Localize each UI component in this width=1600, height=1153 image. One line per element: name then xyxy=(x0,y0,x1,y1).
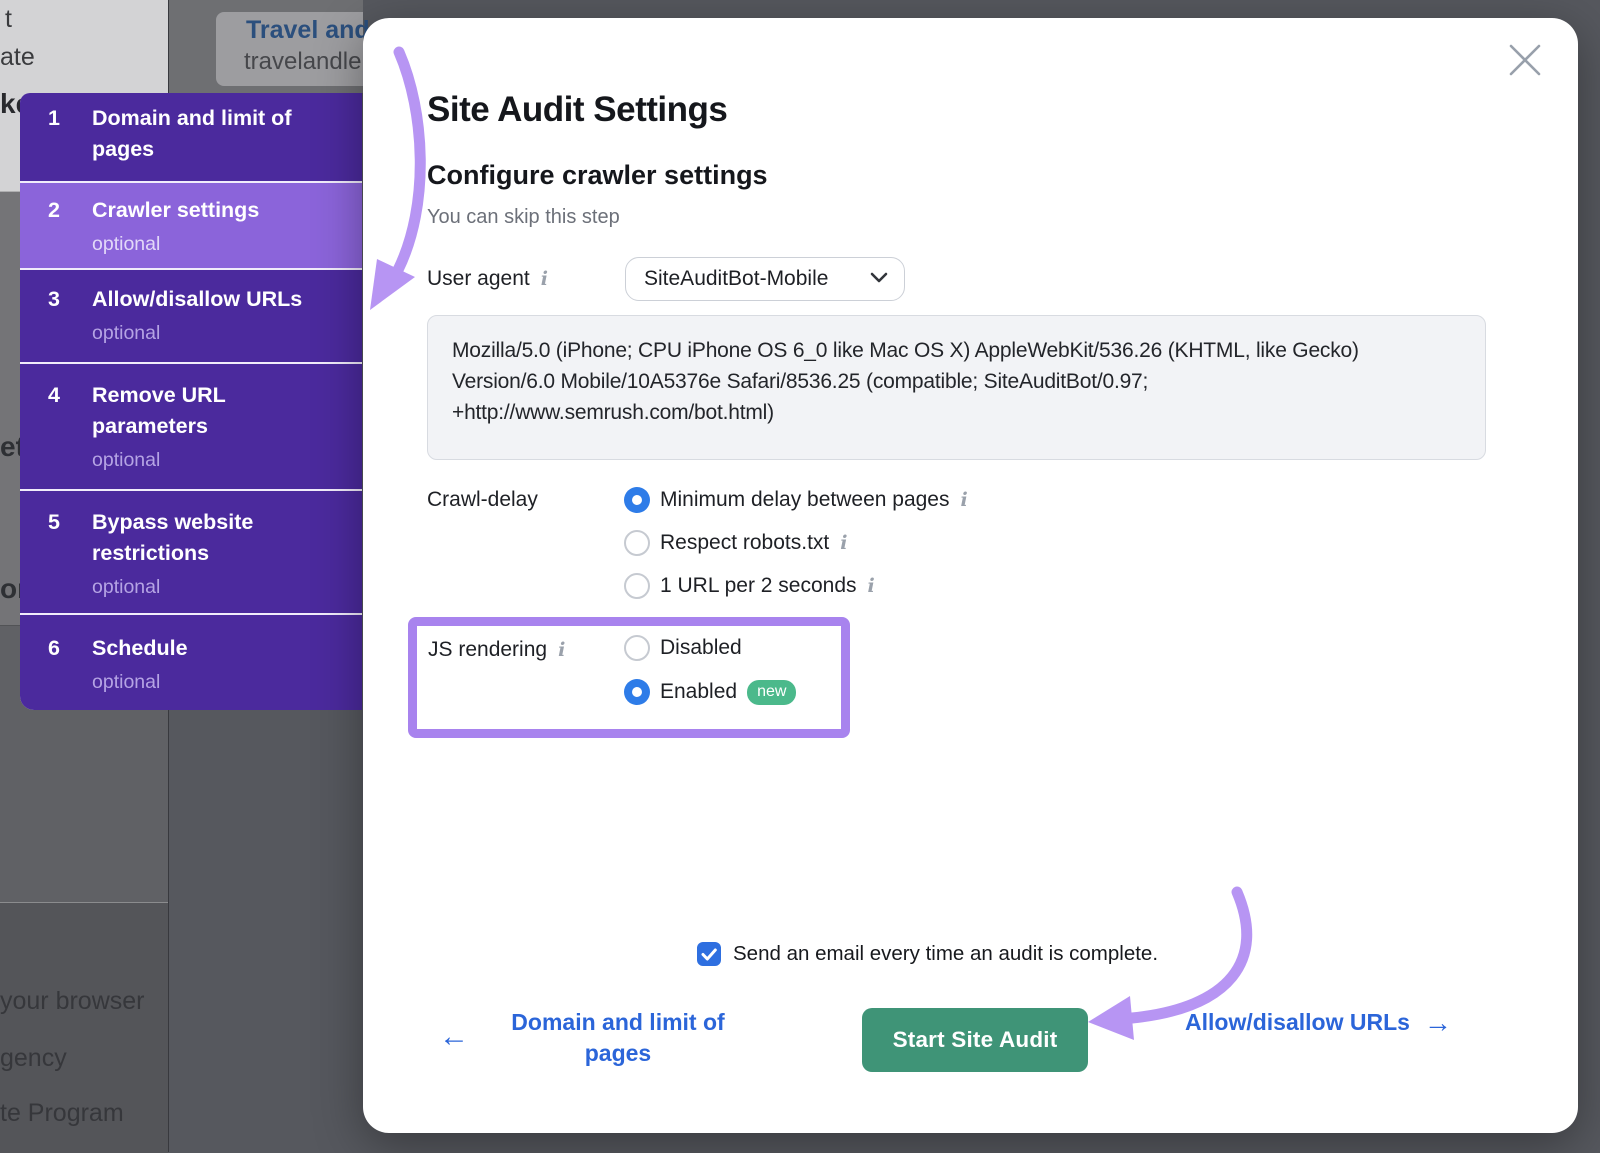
arrow-right-icon: → xyxy=(1424,1008,1452,1038)
step-title: Schedule xyxy=(92,633,348,664)
step-number: 3 xyxy=(48,284,92,362)
background-content-strip: Travel and travelandle xyxy=(169,0,363,93)
wizard-step-allow-disallow-urls[interactable]: 3 Allow/disallow URLs optional xyxy=(20,270,362,362)
chevron-down-icon xyxy=(870,270,888,288)
step-optional-label: optional xyxy=(92,575,348,599)
user-agent-select[interactable]: SiteAuditBot-Mobile xyxy=(625,257,905,301)
radio-js-disabled-label: Disabled xyxy=(660,635,742,661)
wizard-step-crawler-settings[interactable]: 2 Crawler settings optional xyxy=(20,183,362,268)
setup-wizard-steps: 1 Domain and limit of pages 2 Crawler se… xyxy=(20,93,362,710)
arrow-left-icon[interactable]: ← xyxy=(439,1022,469,1052)
step-title: Crawler settings xyxy=(92,195,348,226)
new-badge: new xyxy=(747,680,796,705)
step-optional-label: optional xyxy=(92,448,348,472)
radio-minimum-delay-label: Minimum delay between pagesi xyxy=(660,487,968,513)
step-subheading: You can skip this step xyxy=(427,206,620,229)
radio-respect-robots-label: Respect robots.txti xyxy=(660,530,847,556)
back-link-domain-and-limit[interactable]: Domain and limit of pages xyxy=(493,1007,743,1069)
wizard-step-bypass-website-restrictions[interactable]: 5 Bypass website restrictions optional xyxy=(20,491,362,613)
bg-footer-link: te Program xyxy=(0,1099,124,1128)
wizard-step-schedule[interactable]: 6 Schedule optional xyxy=(20,615,362,710)
wizard-step-domain-and-limit[interactable]: 1 Domain and limit of pages xyxy=(20,93,362,181)
user-agent-string-line: +http://www.semrush.com/bot.html) xyxy=(452,397,1461,428)
background-footer-area: your browser gency te Program xyxy=(0,902,168,1153)
radio-minimum-delay[interactable] xyxy=(624,487,650,513)
close-icon[interactable] xyxy=(1507,42,1543,78)
step-optional-label: optional xyxy=(92,321,348,345)
checkmark-icon xyxy=(697,942,721,966)
step-heading: Configure crawler settings xyxy=(427,160,768,191)
next-link-allow-disallow[interactable]: Allow/disallow URLs → xyxy=(1185,1007,1452,1038)
bg-text-fragment: t xyxy=(5,5,12,34)
step-number: 4 xyxy=(48,380,92,489)
info-icon[interactable]: i xyxy=(961,487,968,513)
background-project-title: Travel and xyxy=(246,16,370,45)
modal-title: Site Audit Settings xyxy=(427,90,727,130)
radio-js-disabled[interactable] xyxy=(624,635,650,661)
radio-respect-robots[interactable] xyxy=(624,530,650,556)
info-icon[interactable]: i xyxy=(541,266,548,292)
crawl-delay-label: Crawl-delay xyxy=(427,487,538,513)
step-optional-label: optional xyxy=(92,670,348,694)
radio-js-enabled-label: Enablednew xyxy=(660,679,796,705)
radio-one-url-per-2s[interactable] xyxy=(624,573,650,599)
user-agent-selected-value: SiteAuditBot-Mobile xyxy=(644,267,828,291)
bg-footer-link: your browser xyxy=(0,987,145,1016)
email-checkbox[interactable] xyxy=(697,942,721,966)
site-audit-settings-modal: Site Audit Settings Configure crawler se… xyxy=(363,18,1578,1133)
start-site-audit-button[interactable]: Start Site Audit xyxy=(862,1008,1088,1072)
user-agent-label: User agenti xyxy=(427,266,548,292)
step-number: 1 xyxy=(48,103,92,181)
radio-js-enabled[interactable] xyxy=(624,679,650,705)
background-project-domain: travelandle xyxy=(244,48,361,76)
bg-footer-link: gency xyxy=(0,1044,67,1073)
step-title: Domain and limit of pages xyxy=(92,103,348,165)
info-icon[interactable]: i xyxy=(558,637,565,663)
js-rendering-highlight-box xyxy=(408,617,850,738)
step-number: 2 xyxy=(48,195,92,268)
email-checkbox-label: Send an email every time an audit is com… xyxy=(733,941,1158,967)
bg-text-fragment: ate xyxy=(0,43,35,72)
wizard-step-remove-url-parameters[interactable]: 4 Remove URL parameters optional xyxy=(20,364,362,489)
step-number: 5 xyxy=(48,507,92,613)
info-icon[interactable]: i xyxy=(868,573,875,599)
step-title: Allow/disallow URLs xyxy=(92,284,348,315)
user-agent-string: Mozilla/5.0 (iPhone; CPU iPhone OS 6_0 l… xyxy=(427,315,1486,460)
js-rendering-label: JS renderingi xyxy=(428,637,565,663)
step-number: 6 xyxy=(48,633,92,710)
step-optional-label: optional xyxy=(92,232,348,256)
user-agent-string-line: Version/6.0 Mobile/10A5376e Safari/8536.… xyxy=(452,366,1461,397)
step-title: Remove URL parameters xyxy=(92,380,332,442)
user-agent-string-line: Mozilla/5.0 (iPhone; CPU iPhone OS 6_0 l… xyxy=(452,335,1461,366)
info-icon[interactable]: i xyxy=(840,530,847,556)
radio-one-url-per-2s-label: 1 URL per 2 secondsi xyxy=(660,573,875,599)
step-title: Bypass website restrictions xyxy=(92,507,312,569)
